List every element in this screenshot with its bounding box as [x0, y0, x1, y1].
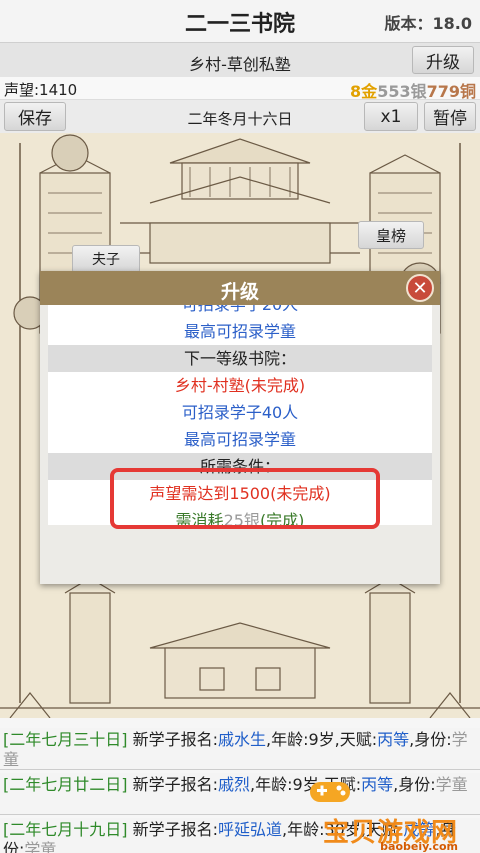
current-capacity-row: 可招录学子20人: [48, 305, 432, 318]
gold-amount: 8金: [350, 82, 378, 101]
next-max-row: 最高可招录学童: [48, 426, 432, 453]
log-text: 新学子报名:: [127, 820, 218, 839]
status-bar: 声望:1410 8金553银779铜: [0, 77, 480, 102]
control-bar: 保存 二年冬月十六日 x1 暂停: [0, 100, 480, 133]
money-display: 8金553银779铜: [350, 78, 476, 102]
student-name[interactable]: 戚水生: [218, 730, 266, 749]
log-text: ,身份:: [409, 730, 452, 749]
gamepad-icon: [310, 782, 350, 802]
log-date: [二年七月十九日]: [3, 820, 128, 839]
teacher-button[interactable]: 夫子: [72, 245, 140, 273]
speed-button[interactable]: x1: [364, 102, 418, 131]
pause-button[interactable]: 暂停: [424, 102, 476, 131]
ranking-button[interactable]: 皇榜: [358, 221, 424, 249]
next-level-heading: 下一等级书院：: [48, 345, 432, 372]
dialog-header: 升级 ✕: [40, 271, 440, 305]
upgrade-dialog: 升级 ✕ 可招录学子20人 最高可招录学童 下一等级书院： 乡村-村塾(未完成)…: [40, 271, 440, 584]
talent-grade: 丙等: [377, 730, 410, 749]
log-date: [二年七月三十日]: [3, 730, 128, 749]
close-icon[interactable]: ✕: [406, 274, 434, 302]
current-max-row: 最高可招录学童: [48, 318, 432, 345]
watermark-url: baobeiy.com: [380, 840, 458, 853]
log-text: 新学子报名:: [127, 775, 218, 794]
student-name[interactable]: 戚烈: [218, 775, 250, 794]
highlight-box: [110, 468, 380, 529]
silver-amount: 553银: [377, 82, 427, 101]
dialog-title: 升级: [220, 281, 259, 303]
log-date: [二年七月廿二日]: [3, 775, 128, 794]
log-text: ,年龄:9岁,天赋:: [266, 730, 378, 749]
next-capacity-row: 可招录学子40人: [48, 399, 432, 426]
log-text: 新学子报名:: [127, 730, 218, 749]
next-level-name: 乡村-村塾(未完成): [48, 372, 432, 399]
student-name[interactable]: 呼延弘道: [218, 820, 282, 839]
copper-amount: 779铜: [426, 82, 476, 101]
reputation-value: 声望:1410: [4, 81, 78, 99]
log-item: [二年七月三十日] 新学子报名:戚水生,年龄:9岁,天赋:丙等,身份:学童: [0, 728, 480, 770]
watermark: 宝贝游戏网 baobeiy.com: [298, 770, 478, 853]
identity: 学童: [24, 840, 57, 853]
school-name: 乡村-草创私塾: [189, 55, 291, 74]
school-bar: 乡村-草创私塾 升级: [0, 42, 480, 78]
title-bar: 二一三书院 版本：18.0: [0, 0, 480, 42]
version-label: 版本：18.0: [384, 14, 472, 33]
upgrade-button[interactable]: 升级: [412, 46, 474, 74]
